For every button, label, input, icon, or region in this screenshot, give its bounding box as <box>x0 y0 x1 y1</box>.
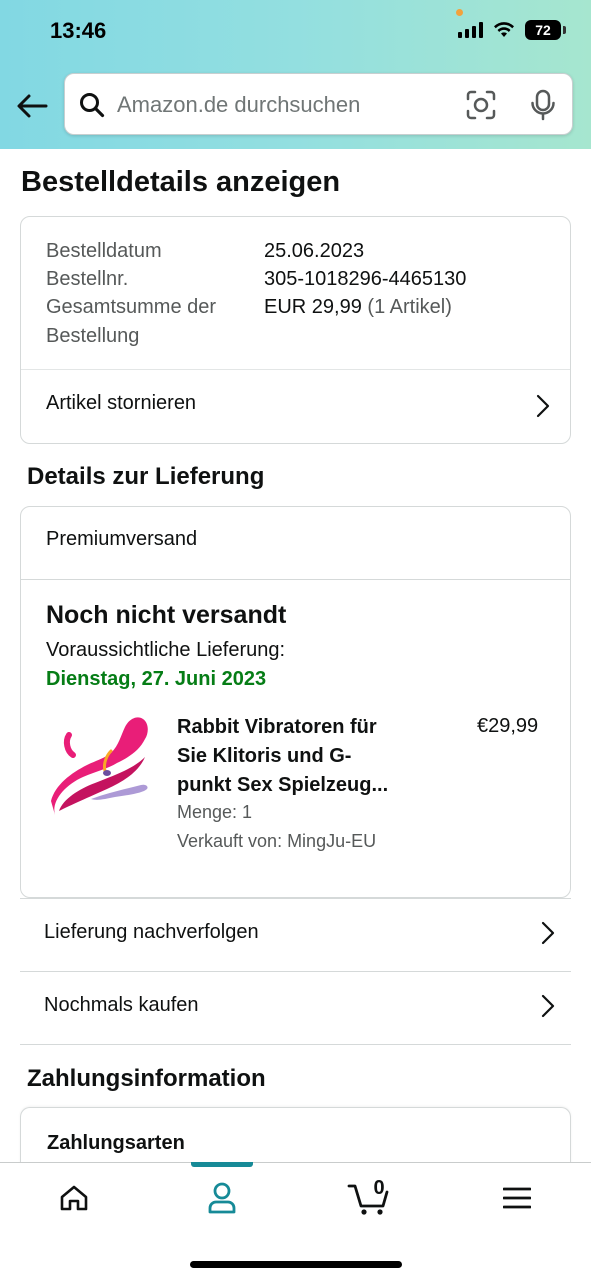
divider <box>21 579 570 580</box>
menu-icon <box>503 1187 531 1209</box>
tab-account[interactable] <box>182 1163 262 1233</box>
search-icon <box>80 93 105 118</box>
signal-icon <box>458 22 483 38</box>
order-date-label: Bestelldatum <box>46 240 162 262</box>
product-title-line: punkt Sex Spielzeug... <box>177 774 389 796</box>
status-time: 13:46 <box>50 18 107 43</box>
search-input[interactable] <box>117 88 447 122</box>
home-icon <box>60 1185 88 1211</box>
product-quantity: Menge: 1 <box>177 802 253 822</box>
order-number-value: 305-1018296-4465130 <box>264 268 467 290</box>
tab-menu[interactable] <box>477 1163 557 1233</box>
chevron-right-icon <box>541 994 555 1018</box>
tab-home[interactable] <box>34 1163 114 1233</box>
order-date-value: 25.06.2023 <box>264 240 365 262</box>
product-title-line: Rabbit Vibratoren für <box>177 716 377 738</box>
back-button[interactable] <box>14 88 50 124</box>
shipping-method: Premiumversand <box>46 528 198 550</box>
privacy-indicator-dot <box>456 9 463 16</box>
microphone-icon[interactable] <box>530 89 556 121</box>
order-summary-card: Bestelldatum 25.06.2023 Bestellnr. 305-1… <box>20 216 571 444</box>
status-icons: 72 <box>458 20 566 40</box>
product-title[interactable]: Rabbit Vibratoren für Sie Klitoris und G… <box>177 713 417 800</box>
order-total-amount: EUR 29,99 <box>264 296 362 318</box>
payment-methods-label: Zahlungsarten <box>47 1132 185 1154</box>
order-total-value: EUR 29,99 (1 Artikel) <box>264 293 452 322</box>
cancel-items-row[interactable]: Artikel stornieren <box>21 370 570 444</box>
home-indicator[interactable] <box>190 1261 402 1268</box>
product-image[interactable] <box>45 711 157 823</box>
page-title: Bestelldetails anzeigen <box>21 166 341 198</box>
search-bar[interactable] <box>64 73 573 135</box>
cancel-items-label: Artikel stornieren <box>46 392 197 414</box>
buy-again-label: Nochmals kaufen <box>44 994 199 1016</box>
order-number-label: Bestellnr. <box>46 268 129 290</box>
track-delivery-row[interactable]: Lieferung nachverfolgen <box>20 898 571 971</box>
payment-section-title: Zahlungsinformation <box>27 1065 266 1092</box>
order-total-items: (1 Artikel) <box>367 296 452 318</box>
back-arrow-icon <box>17 94 48 118</box>
product-seller: Verkauft von: MingJu-EU <box>177 831 377 851</box>
track-delivery-label: Lieferung nachverfolgen <box>44 921 259 943</box>
buy-again-row[interactable]: Nochmals kaufen <box>20 971 571 1045</box>
chevron-right-icon <box>536 394 550 418</box>
account-icon <box>208 1182 236 1214</box>
tab-cart[interactable]: 0 <box>329 1163 409 1233</box>
shipment-status: Noch nicht versandt <box>46 601 287 629</box>
product-title-line: Sie Klitoris und G- <box>177 745 352 767</box>
order-total-label-line2: Bestellung <box>46 325 140 347</box>
chevron-right-icon <box>541 921 555 945</box>
delivery-card: Premiumversand Noch nicht versandt Vorau… <box>20 506 571 898</box>
battery-icon: 72 <box>525 20 566 40</box>
camera-scan-icon[interactable] <box>466 90 496 120</box>
product-price: €29,99 <box>477 715 539 737</box>
estimated-delivery-date: Dienstag, 27. Juni 2023 <box>46 668 267 690</box>
cart-count-badge: 0 <box>373 1177 385 1199</box>
delivery-section-title: Details zur Lieferung <box>27 463 265 490</box>
app-header: 13:46 72 <box>0 0 591 149</box>
wifi-icon <box>494 22 514 37</box>
order-total-label-line1: Gesamtsumme der <box>46 296 217 318</box>
estimated-delivery-label: Voraussichtliche Lieferung: <box>46 639 286 661</box>
